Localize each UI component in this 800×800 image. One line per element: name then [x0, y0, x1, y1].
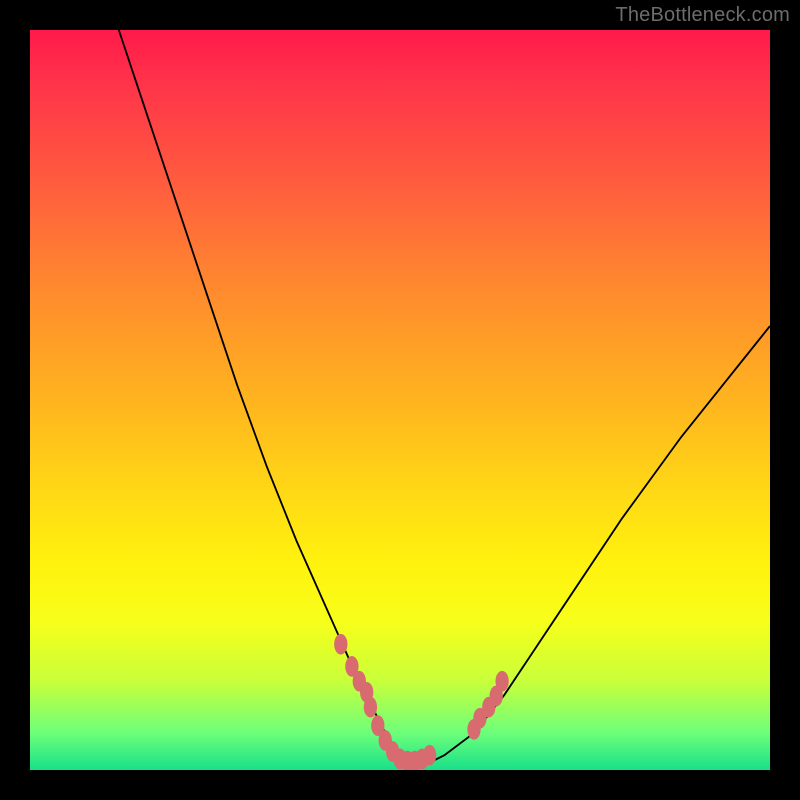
chart-frame: TheBottleneck.com	[0, 0, 800, 800]
bottleneck-curve	[119, 30, 770, 763]
marker-dot	[423, 745, 436, 766]
left-cluster-markers	[334, 634, 436, 770]
plot-area	[30, 30, 770, 770]
right-cluster-markers	[467, 671, 508, 740]
watermark-text: TheBottleneck.com	[615, 4, 790, 27]
marker-dot	[364, 697, 377, 718]
marker-dot	[495, 671, 508, 692]
marker-dot	[334, 634, 347, 655]
chart-svg	[30, 30, 770, 770]
curve-line	[119, 30, 770, 763]
